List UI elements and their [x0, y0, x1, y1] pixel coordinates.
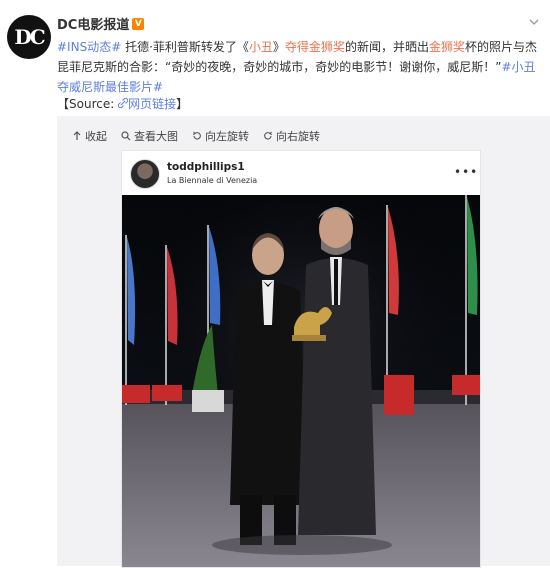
post-topic-link[interactable]: #INS动态#	[57, 40, 121, 54]
embedded-location: La Biennale di Venezia	[167, 176, 258, 185]
rotate-right-icon	[264, 131, 273, 140]
account-avatar[interactable]: DC	[7, 15, 51, 59]
more-options-icon[interactable]: •••	[454, 165, 478, 179]
rotate-right-label[interactable]: 向右旋转	[276, 128, 320, 144]
source-suffix: 】	[176, 97, 189, 111]
collapse-label[interactable]: 收起	[85, 128, 107, 144]
link-icon	[117, 97, 129, 109]
view-large-button[interactable]: 查看大图	[121, 128, 178, 144]
search-icon	[121, 131, 131, 141]
media-card: 收起 查看大图 向左旋转 向右旋转 toddphillips1 La Bienn…	[57, 116, 550, 568]
verified-icon: V	[132, 17, 145, 30]
embedded-username: toddphillips1	[167, 161, 245, 173]
rotate-left-label[interactable]: 向左旋转	[205, 128, 249, 144]
view-large-label[interactable]: 查看大图	[134, 128, 178, 144]
post-link[interactable]: 小丑	[249, 40, 273, 54]
post-link[interactable]: 金狮奖	[429, 40, 465, 54]
web-link-label[interactable]: 网页链接	[128, 97, 176, 111]
source-prefix: 【Source:	[57, 97, 119, 111]
rotate-right-button[interactable]: 向右旋转	[263, 128, 320, 144]
photo-scene	[122, 195, 480, 567]
collapse-icon	[73, 131, 81, 140]
embedded-instagram-post: toddphillips1 La Biennale di Venezia •••	[121, 150, 481, 568]
web-link[interactable]: 网页链接	[117, 97, 176, 111]
post-text-segment: 》	[272, 40, 285, 54]
post-photo[interactable]	[122, 195, 480, 567]
account-name[interactable]: DC电影报道 V	[57, 14, 145, 33]
collapse-button[interactable]: 收起	[72, 128, 107, 144]
post-link[interactable]: 夺得金狮奖	[285, 40, 345, 54]
source-line: 【Source: 网页链接】	[57, 95, 188, 112]
rotate-left-button[interactable]: 向左旋转	[192, 128, 249, 144]
post-text: #INS动态# 托德·菲利普斯转发了《小丑》夺得金狮奖的新闻，并晒出金狮奖杯的照…	[57, 37, 545, 97]
post-text-segment: 的新闻，并晒出	[344, 40, 429, 54]
embedded-avatar	[130, 159, 160, 189]
media-toolbar: 收起 查看大图 向左旋转 向右旋转	[72, 128, 320, 144]
chevron-down-icon[interactable]	[528, 16, 542, 30]
rotate-left-icon	[192, 131, 201, 140]
post-text-segment: 托德·菲利普斯转发了《	[121, 40, 249, 54]
account-name-text[interactable]: DC电影报道	[57, 14, 129, 33]
